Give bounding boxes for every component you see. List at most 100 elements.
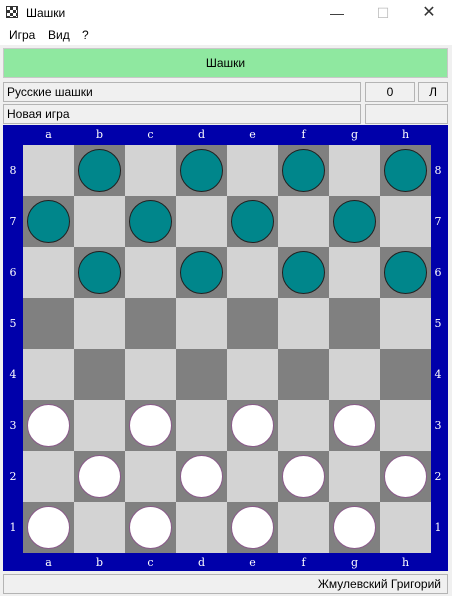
- board-square-c4[interactable]: [125, 349, 176, 400]
- board-square-e1[interactable]: [227, 502, 278, 553]
- board-square-e5[interactable]: [227, 298, 278, 349]
- board-square-e2[interactable]: [227, 451, 278, 502]
- white-checker-piece[interactable]: [180, 455, 223, 498]
- board-square-f1[interactable]: [278, 502, 329, 553]
- board-square-f5[interactable]: [278, 298, 329, 349]
- black-checker-piece[interactable]: [27, 200, 70, 243]
- board-square-h7[interactable]: [380, 196, 431, 247]
- white-checker-piece[interactable]: [282, 455, 325, 498]
- board-square-f3[interactable]: [278, 400, 329, 451]
- board-square-c8[interactable]: [125, 145, 176, 196]
- black-checker-piece[interactable]: [129, 200, 172, 243]
- white-checker-piece[interactable]: [78, 455, 121, 498]
- file-label-bottom: d: [197, 556, 206, 569]
- board-square-c7[interactable]: [125, 196, 176, 247]
- black-checker-piece[interactable]: [78, 251, 121, 294]
- board-square-a6[interactable]: [23, 247, 74, 298]
- white-checker-piece[interactable]: [333, 404, 376, 447]
- black-checker-piece[interactable]: [78, 149, 121, 192]
- board-square-b3[interactable]: [74, 400, 125, 451]
- white-checker-piece[interactable]: [129, 404, 172, 447]
- board-square-h2[interactable]: [380, 451, 431, 502]
- board-square-c5[interactable]: [125, 298, 176, 349]
- board-square-g3[interactable]: [329, 400, 380, 451]
- board-square-d6[interactable]: [176, 247, 227, 298]
- board-square-a1[interactable]: [23, 502, 74, 553]
- white-checker-piece[interactable]: [27, 404, 70, 447]
- board-square-b2[interactable]: [74, 451, 125, 502]
- board-square-d7[interactable]: [176, 196, 227, 247]
- board-square-c2[interactable]: [125, 451, 176, 502]
- board-square-g4[interactable]: [329, 349, 380, 400]
- white-checker-piece[interactable]: [384, 455, 427, 498]
- board-square-a7[interactable]: [23, 196, 74, 247]
- white-checker-piece[interactable]: [333, 506, 376, 549]
- board-square-g6[interactable]: [329, 247, 380, 298]
- rank-label-left: 4: [9, 367, 17, 381]
- menu-game[interactable]: Игра: [9, 28, 35, 42]
- close-button[interactable]: ✕: [406, 0, 452, 26]
- white-checker-piece[interactable]: [231, 506, 274, 549]
- board-square-e7[interactable]: [227, 196, 278, 247]
- black-checker-piece[interactable]: [282, 149, 325, 192]
- board-square-a2[interactable]: [23, 451, 74, 502]
- white-checker-piece[interactable]: [27, 506, 70, 549]
- board-square-d2[interactable]: [176, 451, 227, 502]
- maximize-button[interactable]: ☐: [360, 0, 406, 26]
- black-checker-piece[interactable]: [231, 200, 274, 243]
- board-square-g8[interactable]: [329, 145, 380, 196]
- white-checker-piece[interactable]: [231, 404, 274, 447]
- board-square-b7[interactable]: [74, 196, 125, 247]
- board-square-b1[interactable]: [74, 502, 125, 553]
- white-checker-piece[interactable]: [129, 506, 172, 549]
- board-square-b6[interactable]: [74, 247, 125, 298]
- board-square-e6[interactable]: [227, 247, 278, 298]
- black-checker-piece[interactable]: [180, 149, 223, 192]
- board-square-f6[interactable]: [278, 247, 329, 298]
- board-square-a3[interactable]: [23, 400, 74, 451]
- board-square-a4[interactable]: [23, 349, 74, 400]
- board-square-e3[interactable]: [227, 400, 278, 451]
- board-square-h8[interactable]: [380, 145, 431, 196]
- side-field: Л: [418, 82, 448, 102]
- black-checker-piece[interactable]: [384, 251, 427, 294]
- menu-view[interactable]: Вид: [48, 28, 70, 42]
- black-checker-piece[interactable]: [282, 251, 325, 294]
- board-square-e8[interactable]: [227, 145, 278, 196]
- board-square-f7[interactable]: [278, 196, 329, 247]
- board-square-d3[interactable]: [176, 400, 227, 451]
- board-square-f2[interactable]: [278, 451, 329, 502]
- board-square-h4[interactable]: [380, 349, 431, 400]
- board-square-f4[interactable]: [278, 349, 329, 400]
- board-square-h6[interactable]: [380, 247, 431, 298]
- board-square-d5[interactable]: [176, 298, 227, 349]
- board-square-d8[interactable]: [176, 145, 227, 196]
- board-square-d1[interactable]: [176, 502, 227, 553]
- black-checker-piece[interactable]: [180, 251, 223, 294]
- black-checker-piece[interactable]: [333, 200, 376, 243]
- game-status-field: Новая игра: [3, 104, 361, 124]
- board-square-b5[interactable]: [74, 298, 125, 349]
- board-square-h3[interactable]: [380, 400, 431, 451]
- minimize-button[interactable]: —: [314, 0, 360, 26]
- board-square-g1[interactable]: [329, 502, 380, 553]
- board-square-f8[interactable]: [278, 145, 329, 196]
- board-square-a8[interactable]: [23, 145, 74, 196]
- black-checker-piece[interactable]: [384, 149, 427, 192]
- board-square-g5[interactable]: [329, 298, 380, 349]
- board-square-d4[interactable]: [176, 349, 227, 400]
- file-label-bottom: c: [147, 556, 154, 569]
- board-square-b4[interactable]: [74, 349, 125, 400]
- board-square-h1[interactable]: [380, 502, 431, 553]
- board-square-c3[interactable]: [125, 400, 176, 451]
- board-square-g2[interactable]: [329, 451, 380, 502]
- menu-help[interactable]: ?: [82, 28, 89, 42]
- board-square-g7[interactable]: [329, 196, 380, 247]
- board-square-b8[interactable]: [74, 145, 125, 196]
- board-square-e4[interactable]: [227, 349, 278, 400]
- checkers-board: a a b b c c d d e e f f g g h h 8 8 7 7 6 6 5 5 4 4 3 3 2 2 1 1: [3, 125, 448, 571]
- board-square-c6[interactable]: [125, 247, 176, 298]
- board-square-c1[interactable]: [125, 502, 176, 553]
- board-square-a5[interactable]: [23, 298, 74, 349]
- board-square-h5[interactable]: [380, 298, 431, 349]
